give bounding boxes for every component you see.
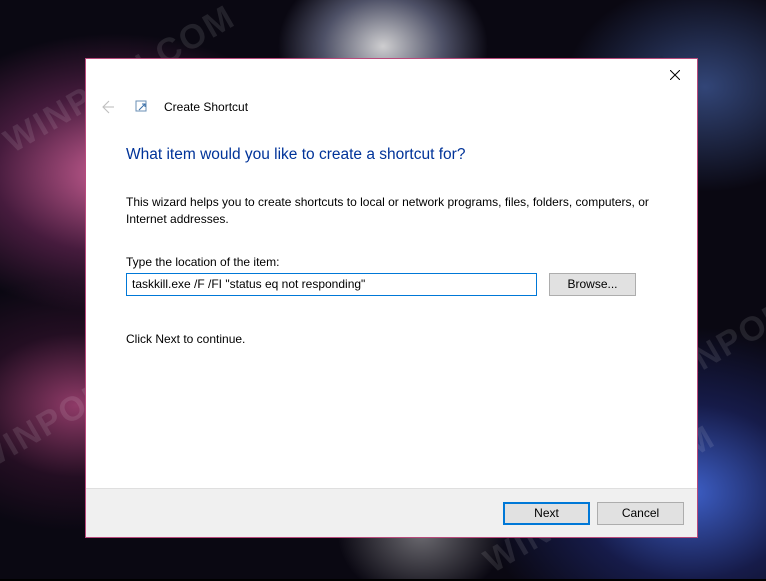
location-row: Browse...: [126, 273, 657, 296]
back-arrow-icon: [99, 99, 115, 115]
location-input[interactable]: [126, 273, 537, 296]
header-row: Create Shortcut: [86, 90, 697, 124]
wizard-question: What item would you like to create a sho…: [126, 146, 657, 164]
next-button[interactable]: Next: [503, 502, 590, 525]
browse-button[interactable]: Browse...: [549, 273, 636, 296]
cancel-button[interactable]: Cancel: [597, 502, 684, 525]
continue-text: Click Next to continue.: [126, 332, 657, 346]
wizard-helper-text: This wizard helps you to create shortcut…: [126, 194, 657, 229]
create-shortcut-wizard: Create Shortcut What item would you like…: [85, 58, 698, 538]
wizard-content: What item would you like to create a sho…: [86, 124, 697, 488]
location-label: Type the location of the item:: [126, 255, 657, 269]
app-title: Create Shortcut: [164, 100, 248, 114]
close-button[interactable]: [652, 60, 697, 89]
wizard-footer: Next Cancel: [86, 488, 697, 537]
title-bar: [86, 59, 697, 90]
back-button[interactable]: [96, 96, 118, 118]
close-icon: [670, 70, 680, 80]
shortcut-app-icon: [134, 99, 150, 115]
